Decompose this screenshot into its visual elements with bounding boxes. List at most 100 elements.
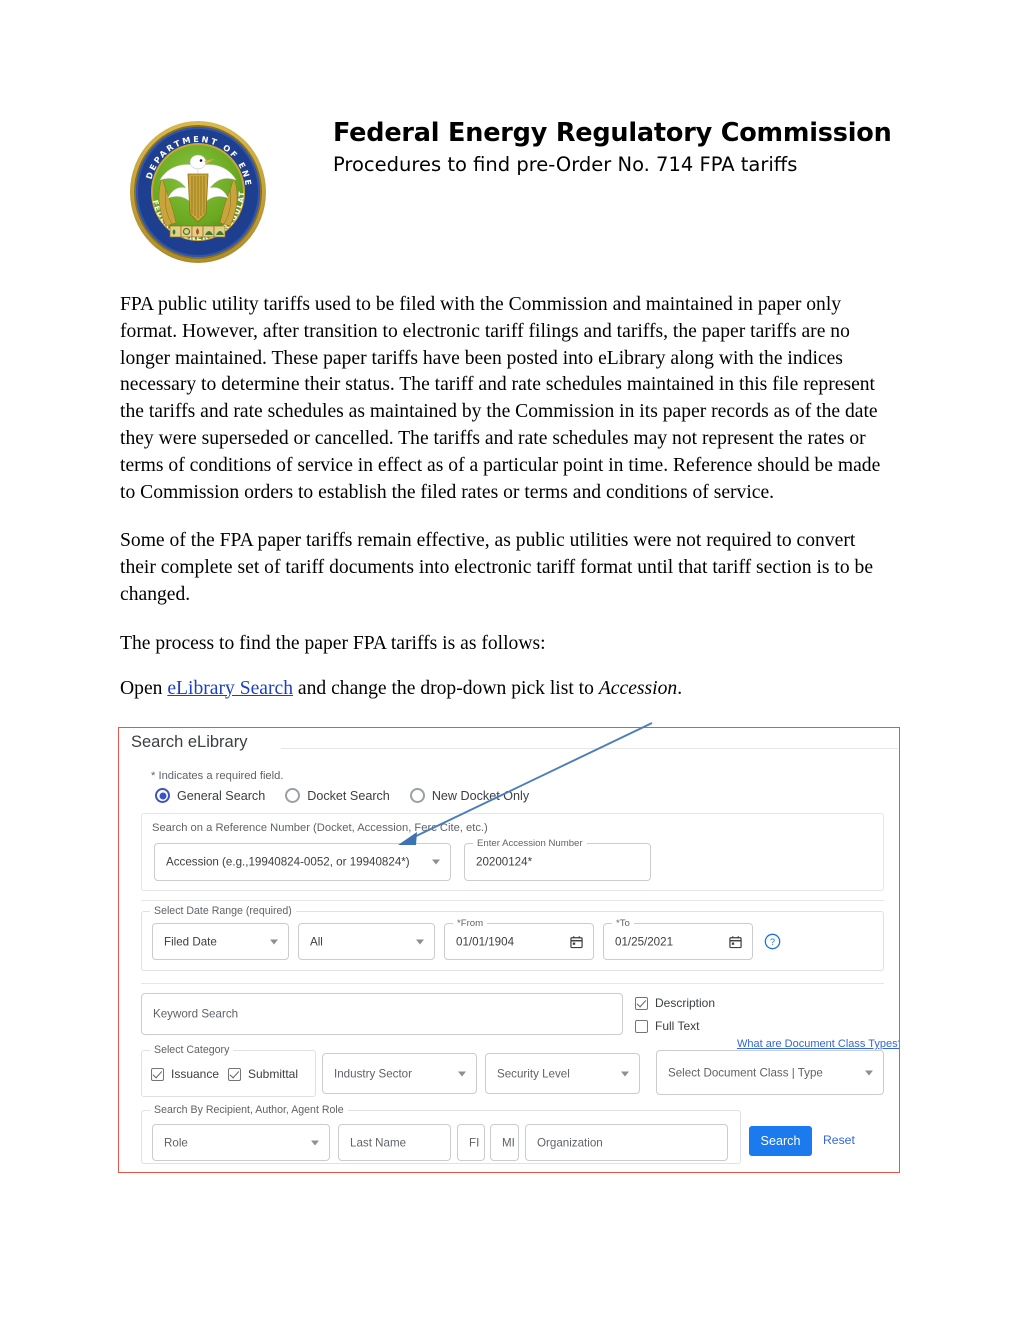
- first-initial-input[interactable]: FI: [457, 1124, 485, 1161]
- keyword-search-placeholder: Keyword Search: [153, 1007, 239, 1021]
- reference-number-caption: Search on a Reference Number (Docket, Ac…: [152, 822, 488, 834]
- section-header: Search eLibrary: [131, 733, 898, 759]
- radio-new-docket-only[interactable]: New Docket Only: [409, 788, 530, 803]
- radio-docket-search[interactable]: Docket Search: [285, 788, 390, 803]
- search-mode-radio-group: General Search Docket Search New Docket …: [155, 788, 549, 803]
- elibrary-search-link[interactable]: eLibrary Search: [167, 678, 293, 699]
- document-header: DEPARTMENT OF ENERGY FEDERAL ENERGY REGU…: [0, 0, 1020, 270]
- chevron-down-icon: [432, 859, 440, 865]
- document-class-select[interactable]: Select Document Class | Type: [656, 1050, 884, 1095]
- search-button[interactable]: Search: [749, 1126, 812, 1156]
- radio-unselected-icon: [285, 788, 301, 803]
- to-date-field[interactable]: *To 01/25/2021: [603, 918, 753, 960]
- paragraph-2: Some of the FPA paper tariffs remain eff…: [120, 530, 874, 605]
- chevron-down-icon: [458, 1071, 466, 1076]
- chevron-down-icon: [416, 939, 424, 944]
- select-category-group: Select Category Issuance Submittal: [141, 1044, 316, 1097]
- date-scope-select[interactable]: All: [298, 923, 435, 960]
- role-select[interactable]: Role: [152, 1124, 330, 1161]
- calendar-icon[interactable]: [729, 935, 742, 948]
- security-level-value: Security Level: [497, 1067, 570, 1080]
- chevron-down-icon: [865, 1070, 873, 1075]
- checkbox-description-label: Description: [655, 996, 716, 1010]
- chevron-down-icon: [270, 939, 278, 944]
- search-elibrary-heading: Search eLibrary: [131, 733, 258, 752]
- recipient-group-legend: Search By Recipient, Author, Agent Role: [150, 1104, 348, 1116]
- page-title: Federal Energy Regulatory Commission: [333, 118, 892, 148]
- chevron-down-icon: [311, 1140, 319, 1145]
- svg-text:?: ?: [770, 937, 775, 947]
- accession-number-label: Enter Accession Number: [473, 838, 587, 849]
- help-circle-icon[interactable]: ?: [764, 933, 781, 950]
- from-date-field[interactable]: *From 01/01/1904: [444, 918, 594, 960]
- date-range-legend: Select Date Range (required): [150, 905, 296, 917]
- from-date-label: *From: [453, 918, 488, 929]
- paragraph-3: The process to find the paper FPA tariff…: [120, 632, 546, 654]
- checkbox-full-text[interactable]: Full Text: [635, 1019, 699, 1033]
- keyword-search-input[interactable]: Keyword Search: [141, 993, 623, 1035]
- middle-initial-input[interactable]: MI: [490, 1124, 519, 1161]
- page-subtitle: Procedures to find pre-Order No. 714 FPA…: [333, 153, 798, 176]
- elibrary-search-screenshot: Search eLibrary * Indicates a required f…: [118, 727, 900, 1173]
- reference-type-value: Accession (e.g.,19940824-0052, or 199408…: [166, 855, 410, 869]
- industry-sector-value: Industry Sector: [334, 1067, 412, 1080]
- reset-button[interactable]: Reset: [823, 1133, 855, 1147]
- reference-number-group: Search on a Reference Number (Docket, Ac…: [141, 813, 884, 891]
- checkbox-submittal-label: Submittal: [248, 1067, 299, 1081]
- document-body: FPA public utility tariffs used to be fi…: [120, 292, 888, 720]
- select-category-legend: Select Category: [150, 1044, 234, 1056]
- from-date-value: 01/01/1904: [456, 935, 515, 948]
- checkbox-checked-icon: [635, 996, 648, 1010]
- radio-general-search-label: General Search: [177, 788, 266, 803]
- security-level-select[interactable]: Security Level: [485, 1053, 640, 1094]
- date-scope-value: All: [310, 935, 323, 948]
- accession-emphasis: Accession: [598, 677, 678, 699]
- role-value: Role: [164, 1136, 188, 1149]
- checkbox-issuance-label: Issuance: [171, 1067, 220, 1081]
- header-title-block: Federal Energy Regulatory Commission Pro…: [333, 118, 953, 178]
- first-initial-placeholder: FI: [469, 1136, 480, 1149]
- radio-docket-search-label: Docket Search: [307, 788, 390, 803]
- checkbox-checked-icon: [228, 1067, 241, 1081]
- checkbox-submittal[interactable]: Submittal: [228, 1067, 298, 1081]
- paragraph-1: FPA public utility tariffs used to be fi…: [120, 294, 881, 503]
- checkbox-issuance[interactable]: Issuance: [151, 1067, 219, 1081]
- to-date-label: *To: [612, 918, 634, 929]
- section-divider-2: [141, 983, 884, 984]
- header-divider: [281, 748, 898, 749]
- checkbox-full-text-label: Full Text: [655, 1019, 700, 1033]
- accession-number-value: 20200124*: [476, 855, 533, 869]
- last-name-input[interactable]: Last Name: [338, 1124, 451, 1161]
- recipient-author-group: Search By Recipient, Author, Agent Role …: [141, 1104, 741, 1164]
- to-date-value: 01/25/2021: [615, 935, 674, 948]
- organization-input[interactable]: Organization: [525, 1124, 728, 1161]
- section-divider-1: [141, 900, 884, 901]
- checkbox-checked-icon: [151, 1067, 164, 1081]
- date-type-select[interactable]: Filed Date: [152, 923, 289, 960]
- required-field-note: * Indicates a required field.: [151, 770, 284, 782]
- radio-general-search[interactable]: General Search: [155, 788, 265, 803]
- reference-type-select[interactable]: Accession (e.g.,19940824-0052, or 199408…: [154, 843, 451, 881]
- document-class-types-link[interactable]: What are Document Class Types?: [737, 1038, 899, 1050]
- paragraph-4-mid: and change the drop-down pick list to: [293, 677, 599, 699]
- radio-unselected-icon: [409, 788, 425, 803]
- paragraph-4-post: .: [677, 677, 683, 699]
- checkbox-unchecked-icon: [635, 1019, 648, 1033]
- radio-selected-icon: [155, 788, 170, 803]
- checkbox-description[interactable]: Description: [635, 996, 715, 1010]
- date-type-value: Filed Date: [164, 935, 217, 948]
- middle-initial-placeholder: MI: [502, 1136, 515, 1149]
- paragraph-4: Open eLibrary Search and change the drop…: [120, 676, 888, 703]
- chevron-down-icon: [621, 1071, 629, 1076]
- date-range-group: Select Date Range (required) Filed Date …: [141, 905, 884, 971]
- organization-placeholder: Organization: [537, 1136, 603, 1149]
- calendar-icon[interactable]: [570, 935, 583, 948]
- radio-new-docket-only-label: New Docket Only: [431, 788, 530, 803]
- elibrary-search-form: Search eLibrary * Indicates a required f…: [119, 728, 899, 1171]
- industry-sector-select[interactable]: Industry Sector: [322, 1053, 477, 1094]
- accession-number-field[interactable]: Enter Accession Number 20200124*: [464, 838, 651, 881]
- document-class-value: Select Document Class | Type: [668, 1066, 823, 1079]
- ferc-seal-logo: DEPARTMENT OF ENERGY FEDERAL ENERGY REGU…: [128, 118, 268, 265]
- open-text: Open: [120, 677, 168, 699]
- last-name-placeholder: Last Name: [350, 1136, 407, 1149]
